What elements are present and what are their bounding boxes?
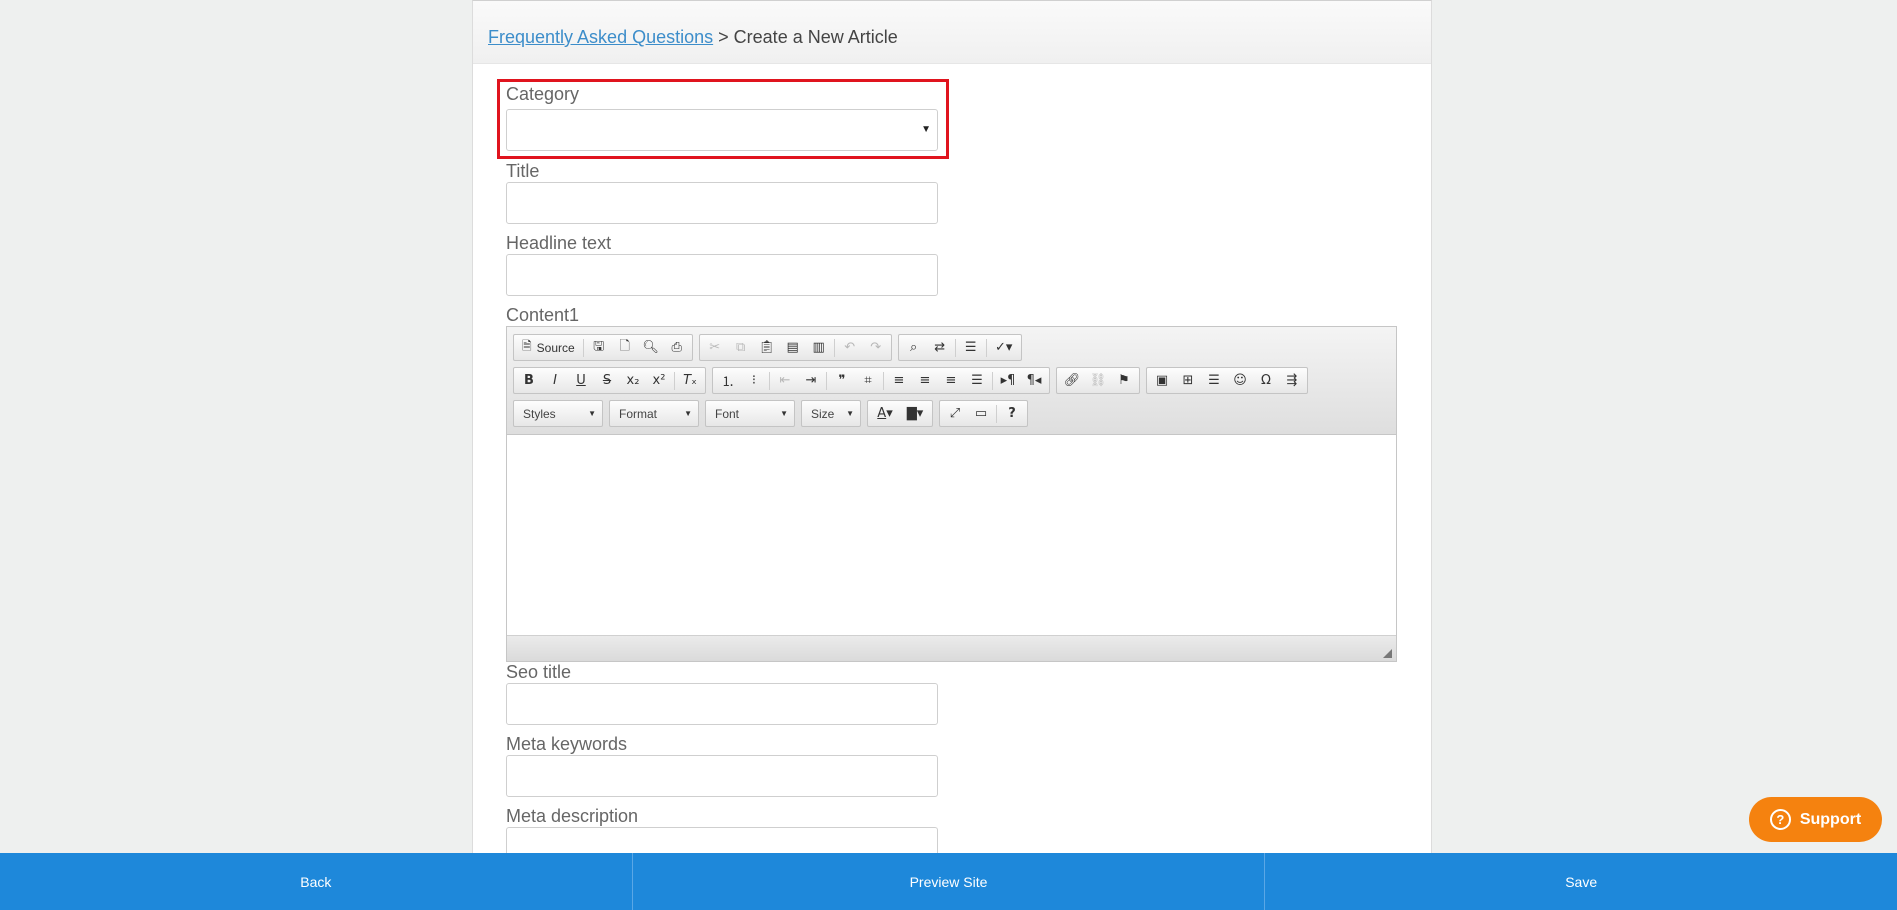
source-label: Source: [536, 340, 575, 355]
styles-dropdown[interactable]: Styles ▼: [513, 400, 603, 427]
copy-icon[interactable]: ⧉: [728, 336, 754, 360]
italic-icon[interactable]: I: [542, 369, 568, 393]
new-page-icon[interactable]: 🗋: [612, 336, 638, 360]
meta-description-label: Meta description: [506, 806, 639, 826]
align-center-icon[interactable]: ≡: [912, 369, 938, 393]
support-label: Support: [1799, 810, 1862, 828]
font-label: Font: [715, 406, 740, 421]
anchor-flag-icon[interactable]: ⚑: [1111, 369, 1137, 393]
cut-icon[interactable]: ✂: [702, 336, 728, 360]
seo-title-input[interactable]: [506, 683, 938, 725]
chevron-down-icon: ▼: [780, 409, 788, 418]
source-icon: 🗎: [522, 339, 532, 353]
main-panel: Frequently Asked Questions > Create a Ne…: [472, 0, 1432, 854]
breadcrumb-current: Create a New Article: [733, 27, 898, 47]
replace-icon[interactable]: ⇄: [927, 336, 953, 360]
help-icon[interactable]: ?: [999, 402, 1025, 426]
size-label: Size: [811, 406, 835, 421]
category-label: Category: [506, 84, 580, 104]
bulleted-list-icon[interactable]: ⁝: [741, 369, 767, 393]
chevron-down-icon: ▼: [588, 409, 596, 418]
special-char-icon[interactable]: Ω: [1253, 369, 1279, 393]
div-container-icon[interactable]: ⌗: [855, 369, 881, 393]
size-dropdown[interactable]: Size ▼: [801, 400, 861, 427]
format-label: Format: [619, 406, 658, 421]
find-icon[interactable]: ⌕: [901, 336, 927, 360]
category-select[interactable]: ▼: [506, 109, 938, 151]
blockquote-icon[interactable]: ❞: [829, 369, 855, 393]
preview-icon[interactable]: 🔍︎: [638, 336, 664, 360]
paste-icon[interactable]: 📋︎: [754, 336, 780, 360]
indent-icon[interactable]: ⇥: [798, 369, 824, 393]
breadcrumb: Frequently Asked Questions > Create a Ne…: [473, 1, 1431, 64]
redo-icon[interactable]: ↷: [863, 336, 889, 360]
support-button[interactable]: ? Support: [1749, 797, 1882, 842]
align-right-icon[interactable]: ≡: [938, 369, 964, 393]
numbered-list-icon[interactable]: ⒈: [715, 369, 741, 393]
font-dropdown[interactable]: Font ▼: [705, 400, 795, 427]
seo-title-label: Seo title: [506, 662, 572, 682]
underline-icon[interactable]: U: [568, 369, 594, 393]
help-circle-icon: ?: [1769, 809, 1791, 830]
superscript-icon[interactable]: x²: [646, 369, 672, 393]
image-icon[interactable]: ▣: [1149, 369, 1175, 393]
outdent-icon[interactable]: ⇤: [772, 369, 798, 393]
table-icon[interactable]: ⊞: [1175, 369, 1201, 393]
bottom-action-bar: Back Preview Site Save: [0, 853, 1897, 910]
headline-input[interactable]: [506, 254, 938, 296]
background-color-icon[interactable]: ▇▾: [900, 402, 930, 426]
rtl-icon[interactable]: ¶◂: [1021, 369, 1047, 393]
chevron-down-icon: ▼: [846, 409, 854, 418]
chevron-down-icon: ▼: [921, 124, 931, 135]
bold-icon[interactable]: B: [516, 369, 542, 393]
show-blocks-icon[interactable]: ▭: [968, 402, 994, 426]
align-left-icon[interactable]: ≡: [886, 369, 912, 393]
breadcrumb-separator: >: [718, 27, 729, 47]
justify-icon[interactable]: ☰: [964, 369, 990, 393]
headline-label: Headline text: [506, 233, 612, 253]
meta-description-input[interactable]: [506, 827, 938, 854]
format-dropdown[interactable]: Format ▼: [609, 400, 699, 427]
source-button[interactable]: 🗎 Source: [516, 336, 581, 360]
strikethrough-icon[interactable]: S: [594, 369, 620, 393]
smiley-icon[interactable]: ☺: [1227, 369, 1253, 393]
save-icon[interactable]: 🖫: [586, 336, 612, 360]
back-button[interactable]: Back: [0, 853, 633, 910]
meta-keywords-label: Meta keywords: [506, 734, 628, 754]
styles-label: Styles: [523, 406, 556, 421]
unlink-icon[interactable]: ⛓: [1085, 369, 1111, 393]
content-label: Content1: [506, 305, 580, 325]
link-icon[interactable]: 🔗︎: [1059, 369, 1085, 393]
page-break-icon[interactable]: ⇶: [1279, 369, 1305, 393]
ltr-icon[interactable]: ▸¶: [995, 369, 1021, 393]
paste-word-icon[interactable]: ▥: [806, 336, 832, 360]
select-all-icon[interactable]: ☰: [958, 336, 984, 360]
editor-toolbar: 🗎 Source 🖫 🗋 🔍︎ ⎙ ✂ ⧉ 📋︎ ▤ ▥ ↶ ↷ ⌕ ⇄ ☰ ✓…: [507, 327, 1396, 435]
preview-site-button[interactable]: Preview Site: [632, 853, 1266, 910]
spellcheck-icon[interactable]: ✓▾: [989, 336, 1019, 360]
editor-footer: [507, 635, 1396, 661]
print-icon[interactable]: ⎙: [664, 336, 690, 360]
rich-text-editor: 🗎 Source 🖫 🗋 🔍︎ ⎙ ✂ ⧉ 📋︎ ▤ ▥ ↶ ↷ ⌕ ⇄ ☰ ✓…: [506, 326, 1397, 662]
subscript-icon[interactable]: x₂: [620, 369, 646, 393]
editor-content-area[interactable]: [507, 435, 1396, 635]
chevron-down-icon: ▼: [684, 409, 692, 418]
title-label: Title: [506, 161, 540, 181]
horizontal-line-icon[interactable]: ☰: [1201, 369, 1227, 393]
undo-icon[interactable]: ↶: [837, 336, 863, 360]
remove-format-icon[interactable]: Tₓ: [677, 369, 703, 393]
maximize-icon[interactable]: ⤢: [942, 402, 968, 426]
save-button[interactable]: Save: [1265, 853, 1897, 910]
title-input[interactable]: [506, 182, 938, 224]
meta-keywords-input[interactable]: [506, 755, 938, 797]
breadcrumb-link-faq[interactable]: Frequently Asked Questions: [488, 27, 713, 47]
resize-handle-icon[interactable]: [1383, 649, 1392, 658]
text-color-icon[interactable]: A ▾: [870, 402, 900, 426]
paste-text-icon[interactable]: ▤: [780, 336, 806, 360]
